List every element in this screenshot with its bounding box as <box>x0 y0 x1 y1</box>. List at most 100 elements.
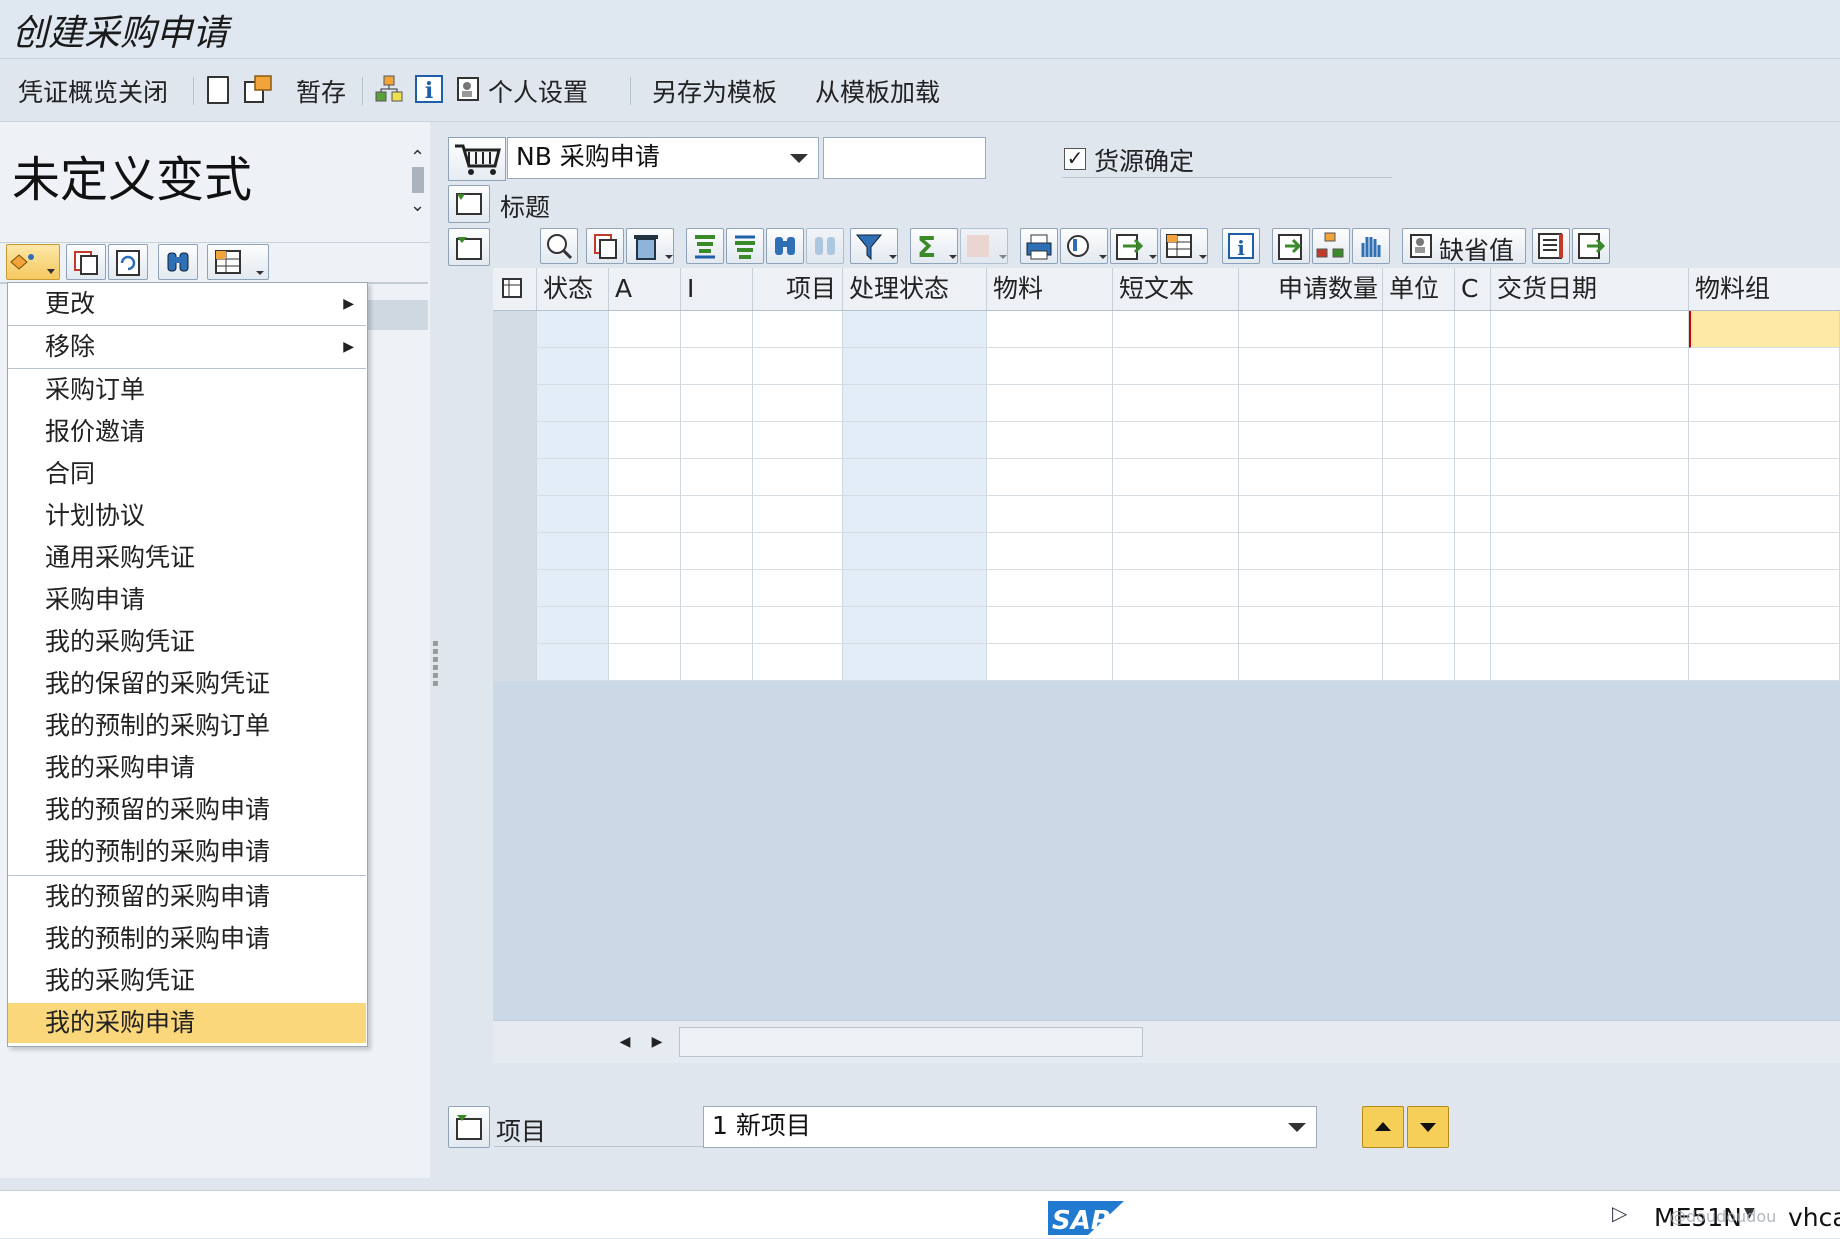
table-cell[interactable] <box>987 644 1113 681</box>
views-icon[interactable] <box>1060 228 1108 264</box>
table-cell[interactable] <box>843 607 987 644</box>
table-cell[interactable] <box>987 533 1113 570</box>
table-cell[interactable] <box>609 385 681 422</box>
text-icon[interactable] <box>1532 228 1570 264</box>
table-cell[interactable] <box>1239 348 1383 385</box>
info-icon[interactable]: i <box>414 74 444 104</box>
column-header-item[interactable]: 项目 <box>753 268 843 310</box>
table-cell[interactable] <box>1455 422 1491 459</box>
table-cell[interactable] <box>1689 459 1840 496</box>
my-documents-button[interactable] <box>6 244 60 280</box>
scroll-down-icon[interactable]: ⌄ <box>410 195 425 217</box>
table-cell[interactable] <box>1689 422 1840 459</box>
table-cell[interactable] <box>1455 644 1491 681</box>
table-cell[interactable] <box>1491 459 1689 496</box>
table-cell[interactable] <box>1113 570 1239 607</box>
menu-item-my-requisitions-selected[interactable]: 我的采购申请 <box>8 1003 366 1043</box>
table-cell[interactable] <box>843 533 987 570</box>
table-cell[interactable] <box>843 422 987 459</box>
column-header-quantity[interactable]: 申请数量 <box>1239 268 1383 310</box>
scroll-left-icon[interactable]: ◀ <box>609 1029 641 1055</box>
row-selector[interactable] <box>493 422 537 459</box>
new-document-icon[interactable] <box>207 76 229 104</box>
table-cell[interactable] <box>1383 607 1455 644</box>
table-cell[interactable] <box>1113 459 1239 496</box>
table-cell[interactable] <box>537 348 609 385</box>
table-cell[interactable] <box>843 348 987 385</box>
table-cell[interactable] <box>1239 607 1383 644</box>
table-cell[interactable] <box>1689 533 1840 570</box>
table-cell[interactable] <box>1455 533 1491 570</box>
details-icon[interactable] <box>540 228 578 264</box>
table-cell[interactable] <box>609 496 681 533</box>
hierarchy-icon[interactable] <box>1312 228 1350 264</box>
source-determination-checkbox[interactable]: ✓ <box>1064 148 1086 170</box>
document-number-field[interactable] <box>823 137 986 179</box>
item-select-dropdown[interactable]: 1 新项目 <box>703 1106 1317 1148</box>
table-cell[interactable] <box>1455 570 1491 607</box>
sort-ascending-icon[interactable] <box>686 228 724 264</box>
table-cell[interactable] <box>1383 459 1455 496</box>
menu-item-my-held-requisitions-2[interactable]: 我的预留的采购申请 <box>8 877 366 917</box>
table-cell[interactable] <box>1383 533 1455 570</box>
table-cell[interactable] <box>1455 607 1491 644</box>
table-cell[interactable] <box>681 311 753 348</box>
refresh-icon[interactable] <box>108 244 148 280</box>
table-cell[interactable] <box>1455 385 1491 422</box>
export-icon[interactable] <box>1110 228 1158 264</box>
menu-item-my-parked-requisitions-2[interactable]: 我的预制的采购申请 <box>8 919 366 959</box>
table-cell[interactable] <box>1491 496 1689 533</box>
table-cell[interactable] <box>753 311 843 348</box>
table-cell[interactable] <box>753 533 843 570</box>
table-cell[interactable] <box>1113 644 1239 681</box>
table-cell[interactable] <box>681 644 753 681</box>
document-overview-close-button[interactable]: 凭证概览关闭 <box>18 73 168 109</box>
panel-splitter-handle[interactable]: ▪ ▪ ▪ ▪ ▪ ▪ <box>432 639 439 700</box>
table-cell[interactable] <box>681 459 753 496</box>
table-cell[interactable] <box>1689 496 1840 533</box>
table-cell[interactable] <box>1383 570 1455 607</box>
variant-scroll-thumb[interactable] <box>412 167 424 193</box>
menu-item-purchase-order[interactable]: 采购订单 <box>8 370 366 410</box>
table-cell[interactable] <box>681 496 753 533</box>
row-selector[interactable] <box>493 607 537 644</box>
table-cell[interactable] <box>1383 496 1455 533</box>
scroll-up-icon[interactable]: ⌃ <box>410 147 425 169</box>
table-cell[interactable] <box>843 644 987 681</box>
org-data-icon[interactable] <box>374 74 404 104</box>
table-cell[interactable] <box>609 607 681 644</box>
copy-row-icon[interactable] <box>586 228 624 264</box>
table-cell[interactable] <box>1491 311 1689 348</box>
personal-settings-button[interactable]: 个人设置 <box>488 73 588 109</box>
table-cell[interactable] <box>1491 385 1689 422</box>
table-cell[interactable] <box>537 570 609 607</box>
next-item-button[interactable] <box>1407 1106 1449 1148</box>
table-cell[interactable] <box>1689 348 1840 385</box>
table-cell[interactable] <box>753 570 843 607</box>
menu-item-contract[interactable]: 合同 <box>8 454 366 494</box>
table-cell[interactable] <box>1491 570 1689 607</box>
table-cell[interactable] <box>987 385 1113 422</box>
table-cell[interactable] <box>1491 644 1689 681</box>
table-cell[interactable] <box>1113 496 1239 533</box>
table-cell[interactable] <box>1239 385 1383 422</box>
table-cell[interactable] <box>1491 422 1689 459</box>
subtotal-icon[interactable] <box>960 228 1008 264</box>
previous-item-button[interactable] <box>1362 1106 1404 1148</box>
menu-item-my-requisitions[interactable]: 我的采购申请 <box>8 748 366 788</box>
table-cell[interactable] <box>1491 533 1689 570</box>
print-icon[interactable] <box>1020 228 1058 264</box>
table-cell[interactable] <box>1491 348 1689 385</box>
menu-item-remove[interactable]: 移除 ▶ <box>8 327 366 367</box>
menu-item-scheduling-agreement[interactable]: 计划协议 <box>8 496 366 536</box>
table-cell[interactable] <box>753 422 843 459</box>
menu-item-change[interactable]: 更改 ▶ <box>8 284 366 324</box>
table-cell[interactable] <box>753 496 843 533</box>
row-selector[interactable] <box>493 311 537 348</box>
table-cell[interactable] <box>1239 496 1383 533</box>
table-cell[interactable] <box>843 496 987 533</box>
table-cell[interactable] <box>843 385 987 422</box>
column-header-c[interactable]: C <box>1455 268 1491 310</box>
open-document-icon[interactable] <box>243 74 273 104</box>
table-cell[interactable] <box>987 570 1113 607</box>
